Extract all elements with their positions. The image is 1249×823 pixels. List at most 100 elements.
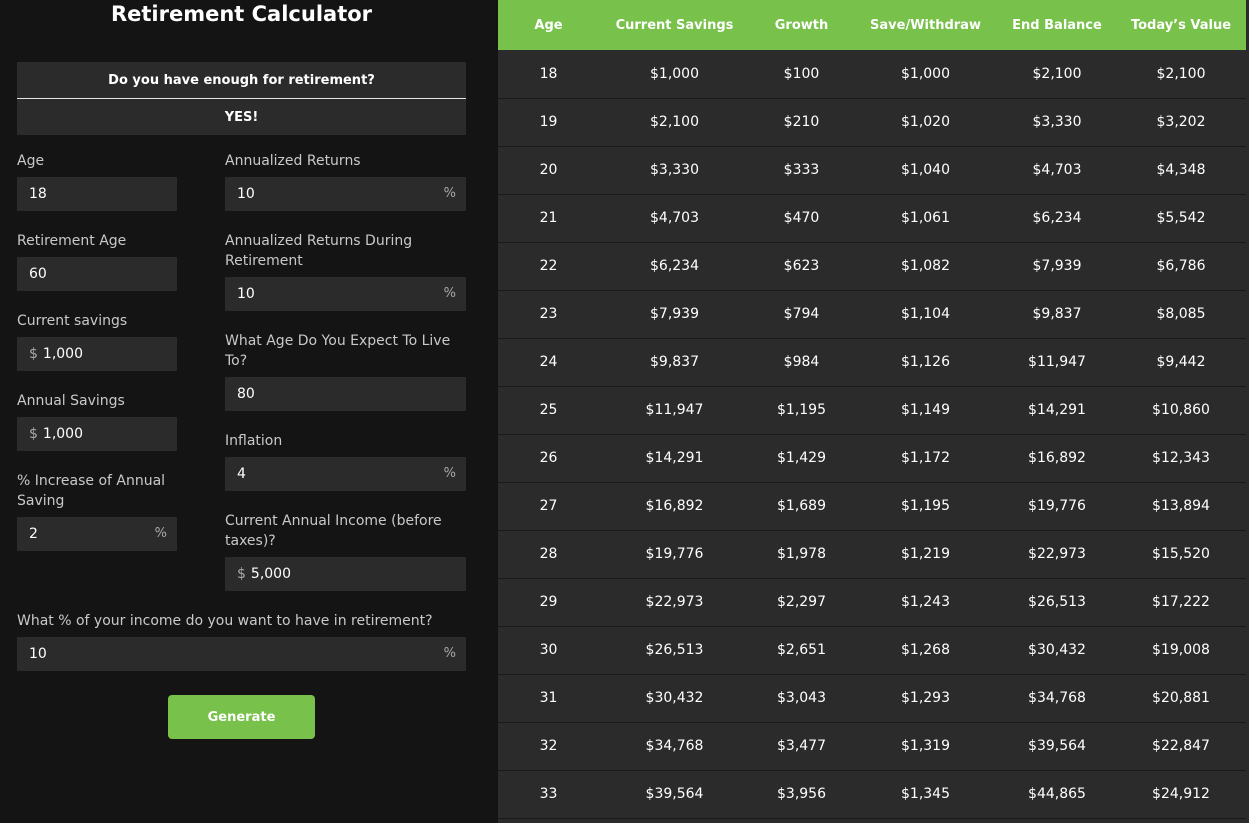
column-header: Today’s Value xyxy=(1130,17,1232,33)
returns-during-retirement-input[interactable]: 10 % xyxy=(225,277,466,311)
table-row: 32 $34,768 $3,477 $1,319 $39,564 $22,847 xyxy=(498,722,1246,770)
table-header-row: Age Current Savings Growth Save/Withdraw End… xyxy=(498,0,1246,50)
table-cell: $6,786 xyxy=(1156,258,1206,274)
dollar-prefix: $ xyxy=(29,346,38,362)
table-cell: $3,330 xyxy=(650,162,699,178)
column-header: Age xyxy=(534,17,563,33)
table-cell: 21 xyxy=(539,210,558,226)
table-cell: $6,234 xyxy=(650,258,699,274)
table-cell: 29 xyxy=(539,594,558,610)
table-cell: $210 xyxy=(783,114,820,130)
results-table-panel: Age Current Savings Growth Save/Withdraw End… xyxy=(498,0,1249,823)
table-cell: $1,172 xyxy=(901,450,950,466)
table-cell: $1,104 xyxy=(901,306,950,322)
percent-suffix: % xyxy=(154,526,167,541)
dollar-prefix: $ xyxy=(237,566,246,582)
table-cell: 31 xyxy=(539,690,558,706)
table-cell: $17,222 xyxy=(1152,594,1210,610)
table-cell: $5,542 xyxy=(1156,210,1206,226)
table-cell: $12,343 xyxy=(1152,450,1210,466)
table-cell: 19 xyxy=(539,114,558,130)
table-cell: $16,892 xyxy=(645,498,704,514)
table-cell: $39,564 xyxy=(1028,738,1086,754)
table-cell: $39,564 xyxy=(645,786,704,802)
current-income-input[interactable]: $ 5,000 xyxy=(225,557,466,591)
table-cell: $3,956 xyxy=(777,786,826,802)
table-cell: 23 xyxy=(539,306,558,322)
live-to-age-value: 80 xyxy=(237,386,255,402)
table-cell: $2,100 xyxy=(650,114,699,130)
table-cell: 27 xyxy=(539,498,558,514)
table-cell: $9,837 xyxy=(1032,306,1082,322)
table-cell: $100 xyxy=(783,65,820,82)
income-percent-input[interactable]: 10 % xyxy=(17,637,466,671)
table-cell: $3,330 xyxy=(1032,114,1082,130)
table-cell: $1,319 xyxy=(901,738,950,754)
table-body: 18 $1,000 $100 $1,000 $2,100 $2,100 19 $2,100 $2… xyxy=(498,50,1246,818)
table-cell: $34,768 xyxy=(645,738,704,754)
table-cell: $1,293 xyxy=(901,690,950,706)
table-cell: $7,939 xyxy=(650,306,699,322)
table-cell: 26 xyxy=(539,450,558,466)
table-cell: $623 xyxy=(783,258,820,274)
table-cell: $333 xyxy=(783,162,820,178)
annualized-returns-value: 10 xyxy=(237,186,255,202)
returns-during-retirement-value: 10 xyxy=(237,286,255,302)
table-cell: $1,268 xyxy=(901,642,950,658)
table-cell: $3,202 xyxy=(1156,114,1206,130)
table-cell: $2,100 xyxy=(1032,65,1082,82)
annual-savings-label: Annual Savings xyxy=(17,393,125,409)
table-cell: 24 xyxy=(539,354,558,370)
table-cell: $26,513 xyxy=(1028,594,1086,610)
table-cell: $1,000 xyxy=(650,65,699,82)
table-row: 24 $9,837 $984 $1,126 $11,947 $9,442 xyxy=(498,338,1246,386)
age-value: 18 xyxy=(29,186,47,202)
table-cell: $4,348 xyxy=(1156,162,1206,178)
increase-annual-saving-label: % Increase of Annual Saving xyxy=(17,473,166,509)
table-cell: $1,082 xyxy=(901,258,950,274)
age-input[interactable]: 18 xyxy=(17,177,177,211)
table-cell: $1,149 xyxy=(901,402,950,418)
enough-answer-box: YES! xyxy=(17,99,466,135)
age-label: Age xyxy=(17,153,45,169)
inflation-input[interactable]: 4 % xyxy=(225,457,466,491)
table-row: 22 $6,234 $623 $1,082 $7,939 $6,786 xyxy=(498,242,1246,290)
column-header: End Balance xyxy=(1012,17,1102,33)
table-cell: $1,020 xyxy=(901,114,950,130)
table-cell: $2,297 xyxy=(777,594,826,610)
table-cell: 33 xyxy=(539,786,558,802)
annual-savings-input[interactable]: $ 1,000 xyxy=(17,417,177,451)
increase-annual-saving-input[interactable]: 2 % xyxy=(17,517,177,551)
dollar-prefix: $ xyxy=(29,426,38,442)
current-savings-input[interactable]: $ 1,000 xyxy=(17,337,177,371)
generate-button[interactable]: Generate xyxy=(168,695,315,739)
table-cell: $4,703 xyxy=(1032,162,1082,178)
table-row: 33 $39,564 $3,956 $1,345 $44,865 $24,912 xyxy=(498,770,1246,818)
table-cell: $1,195 xyxy=(901,498,950,514)
table-cell: $11,947 xyxy=(645,402,704,418)
increase-annual-saving-value: 2 xyxy=(29,526,38,542)
table-cell: $4,703 xyxy=(650,210,699,226)
table-cell: $44,865 xyxy=(1028,786,1086,802)
current-savings-value: 1,000 xyxy=(42,346,84,362)
table-cell: $8,085 xyxy=(1156,306,1206,322)
percent-suffix: % xyxy=(443,646,456,661)
table-cell: $1,219 xyxy=(901,546,950,562)
table-cell: $1,689 xyxy=(777,498,826,514)
current-income-label: Current Annual Income (before taxes)? xyxy=(225,513,442,549)
retirement-calculator-page: Retirement Calculator Do you have enough… xyxy=(0,0,1249,823)
table-row: 27 $16,892 $1,689 $1,195 $19,776 $13,894 xyxy=(498,482,1246,530)
table-row: 21 $4,703 $470 $1,061 $6,234 $5,542 xyxy=(498,194,1246,242)
column-header: Current Savings xyxy=(615,17,734,33)
table-cell: $1,243 xyxy=(901,594,950,610)
table-cell: $9,442 xyxy=(1156,354,1206,370)
table-cell: $19,776 xyxy=(1028,498,1086,514)
table-row: 19 $2,100 $210 $1,020 $3,330 $3,202 xyxy=(498,98,1246,146)
table-cell: 30 xyxy=(539,642,558,658)
page-title: Retirement Calculator xyxy=(110,2,373,26)
retirement-age-input[interactable]: 60 xyxy=(17,257,177,291)
table-row: 30 $26,513 $2,651 $1,268 $30,432 $19,008 xyxy=(498,626,1246,674)
table-cell: $26,513 xyxy=(645,642,704,658)
live-to-age-input[interactable]: 80 xyxy=(225,377,466,411)
annualized-returns-input[interactable]: 10 % xyxy=(225,177,466,211)
